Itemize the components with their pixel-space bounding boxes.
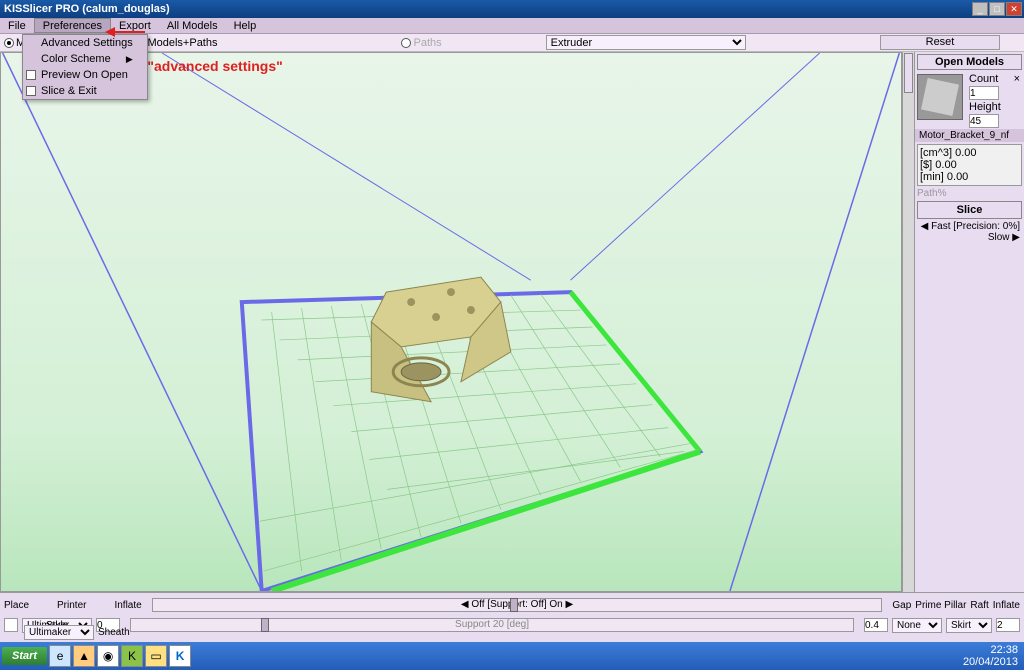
model-info-box: [cm^3] 0.00 [$] 0.00 [min] 0.00 [917,144,1022,186]
place-label: Place [4,600,29,611]
gap-input[interactable] [864,618,888,632]
open-models-header: Open Models [917,54,1022,70]
close-button[interactable]: ✕ [1006,2,1022,16]
menu-all-models[interactable]: All Models [159,18,226,33]
inflate2-label: Inflate [993,600,1020,611]
support-slider[interactable]: ◀ Off [Support: Off] On ▶ [152,598,883,612]
minimize-button[interactable]: _ [972,2,988,16]
menu-help[interactable]: Help [226,18,265,33]
checkbox-icon [26,70,36,80]
prime-label: Prime Pillar [915,600,966,611]
checkbox-icon [26,86,36,96]
style-button[interactable] [4,618,18,632]
bottom-panel: Place Printer Inflate ◀ Off [Support: Of… [0,592,1024,642]
viewport-scrollbar[interactable] [902,52,914,592]
precision-label: ◀ Fast [Precision: 0%] Slow ▶ [915,221,1024,243]
style-select[interactable]: Ultimaker [24,625,94,640]
window-titlebar: KISSlicer PRO (calum_douglas) _ □ ✕ [0,0,1024,18]
support-angle-slider[interactable]: Support 20 [deg] [130,618,854,632]
raft-label: Raft [970,600,988,611]
3d-viewport[interactable] [0,52,902,592]
raft-select[interactable]: Skirt [946,618,992,633]
menubar: File Preferences Export All Models Help [0,18,1024,34]
radio-dot-icon [401,38,411,48]
slider-handle[interactable] [261,618,269,632]
info-time: [min] 0.00 [920,171,1019,183]
submenu-arrow-icon: ▶ [116,54,133,65]
taskbar-icon-chrome[interactable]: ◉ [97,645,119,667]
count-input[interactable] [969,86,999,100]
start-button[interactable]: Start [2,647,47,665]
inflate-label: Inflate [114,600,141,611]
support-angle-label: Support 20 [deg] [455,619,529,630]
radio-paths[interactable]: Paths [401,37,441,49]
model-filename: Motor_Bracket_9_nf [915,129,1024,142]
menu-item-color-scheme[interactable]: Color Scheme▶ [23,51,147,67]
preferences-dropdown: Advanced Settings Color Scheme▶ Preview … [22,34,148,100]
model-thumbnail[interactable] [917,74,963,120]
printer-label: Printer [57,600,86,611]
open-models-panel: Open Models Count × Height Motor_Bracket_… [914,52,1024,592]
extruder-select[interactable]: Extruder [546,35,746,50]
taskbar-icon-vlc[interactable]: ▲ [73,645,95,667]
taskbar-clock[interactable]: 22:38 20/04/2013 [963,644,1022,668]
radio-dot-icon [4,38,14,48]
slice-button[interactable]: Slice [917,201,1022,219]
count-label: Count [969,73,998,85]
inflate2-input[interactable] [996,618,1020,632]
menu-item-slice-and-exit[interactable]: Slice & Exit [23,83,147,99]
reset-button[interactable]: Reset [880,35,1000,50]
window-title: KISSlicer PRO (calum_douglas) [2,3,972,15]
info-cost: [$] 0.00 [920,159,1019,171]
annotation-arrow-icon [105,26,145,38]
sheath-label: Sheath [98,627,130,638]
taskbar-icon-app1[interactable]: K [121,645,143,667]
model-close-x[interactable]: × [1014,73,1020,85]
info-volume: [cm^3] 0.00 [920,147,1019,159]
view-toolbar: Models Models+Paths Paths Extruder Reset [0,34,1024,52]
prime-select[interactable]: None [892,618,942,633]
taskbar-icon-ie[interactable]: e [49,645,71,667]
path-percent-label: Path% [917,188,946,199]
gap-label: Gap [892,600,911,611]
windows-taskbar: Start e ▲ ◉ K ▭ K 22:38 20/04/2013 [0,642,1024,670]
scrollbar-thumb[interactable] [904,53,913,93]
height-label: Height [969,101,1001,113]
menu-item-preview-on-open[interactable]: Preview On Open [23,67,147,83]
taskbar-icon-kisslicer[interactable]: K [169,645,191,667]
slider-handle[interactable] [510,598,518,612]
height-input[interactable] [969,114,999,128]
radio-models-paths[interactable]: Models+Paths [135,37,217,49]
menu-preferences[interactable]: Preferences [34,18,111,33]
menu-file[interactable]: File [0,18,34,33]
scene-svg [1,53,901,591]
maximize-button[interactable]: □ [989,2,1005,16]
taskbar-icon-explorer[interactable]: ▭ [145,645,167,667]
